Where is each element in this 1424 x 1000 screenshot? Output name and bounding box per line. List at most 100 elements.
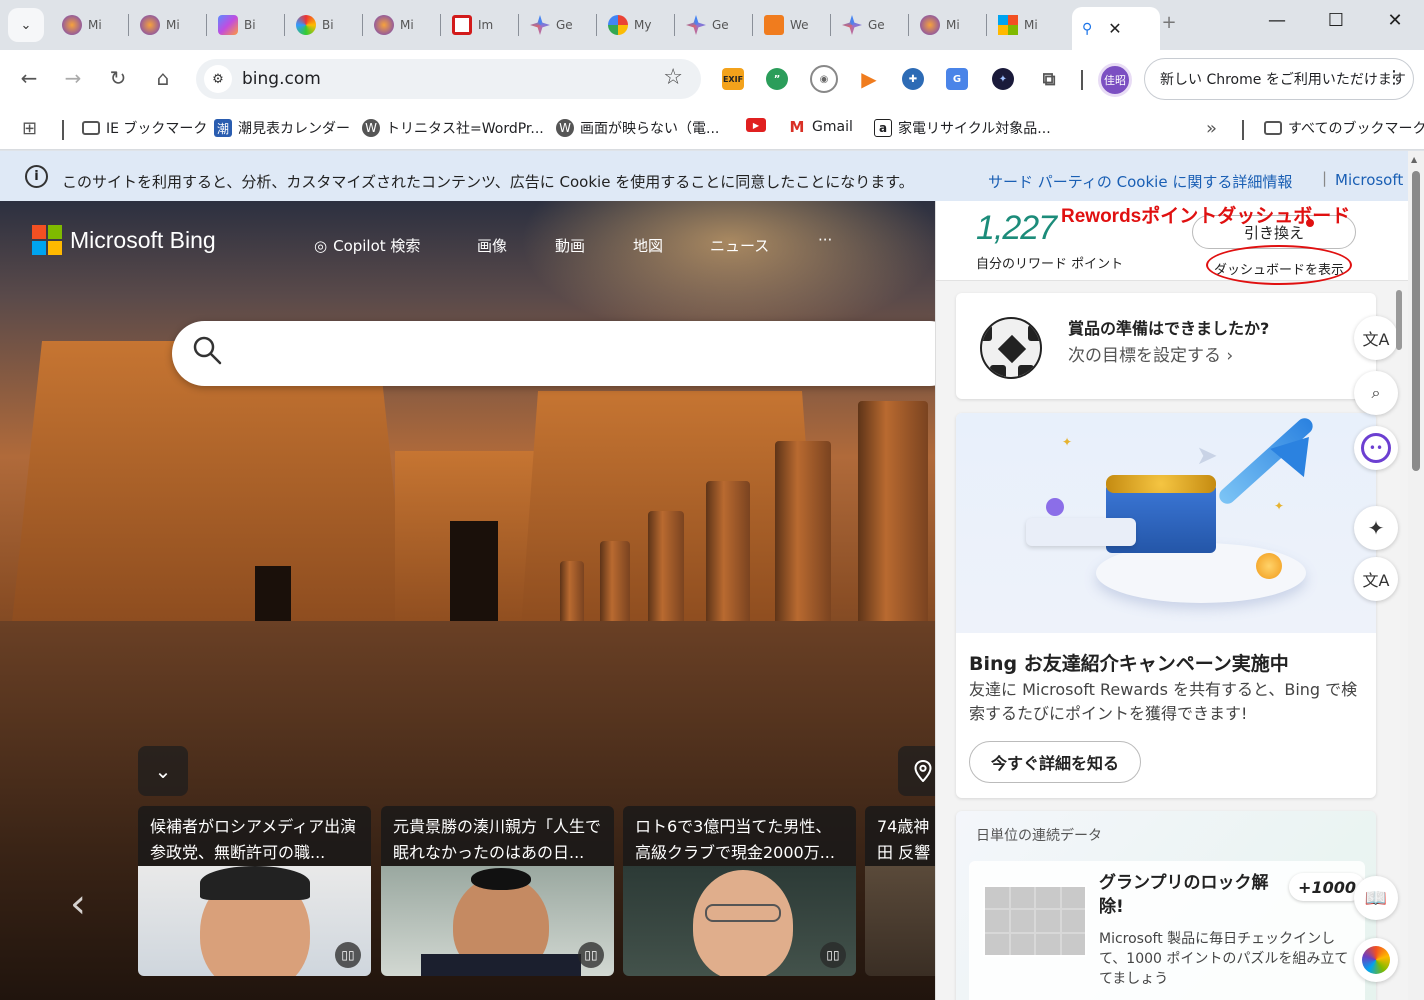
news-card[interactable]: 元貴景勝の湊川親方「人生で眠れなかったのはあの日... ▯▯	[381, 806, 614, 976]
new-tab-button[interactable]: +	[1154, 12, 1184, 33]
bing-hero: Microsoft Bing ◎ Copilot 検索 画像 動画 地図 ニュース…	[0, 201, 935, 1000]
play-extension-icon[interactable]: ▶	[858, 67, 880, 91]
microsoft-privacy-link[interactable]: Microsoft	[1335, 171, 1403, 189]
copilot-side-button[interactable]: ••	[1354, 426, 1398, 470]
sparkle-side-button[interactable]: ✦	[1354, 506, 1398, 550]
tab-separator	[284, 14, 285, 36]
set-goal-link[interactable]: 次の目標を設定する ›	[1068, 341, 1233, 366]
news-card-title: 74歳神田 反響 一時	[877, 817, 931, 862]
hair	[200, 866, 310, 900]
site-settings-icon[interactable]: ⚙	[204, 65, 232, 93]
visual-search-side-button[interactable]: ⌕	[1354, 371, 1398, 415]
tab-7[interactable]: Ge	[520, 7, 596, 43]
nav-more[interactable]: ···	[818, 231, 832, 249]
address-bar[interactable]: ⚙ bing.com ☆	[196, 59, 701, 99]
microsoft-bing-logo[interactable]: Microsoft Bing	[32, 225, 216, 255]
address-url[interactable]: bing.com	[242, 69, 321, 89]
tab-9[interactable]: Ge	[676, 7, 752, 43]
tab-active-bing[interactable]: ⚲ ✕	[1072, 7, 1160, 50]
nav-images[interactable]: 画像	[477, 235, 507, 256]
panel-scrollbar[interactable]	[1396, 290, 1402, 350]
expand-feed-button[interactable]: ⌄	[138, 746, 188, 796]
nav-maps[interactable]: 地図	[633, 235, 663, 256]
quote-extension-icon[interactable]: ”	[766, 68, 788, 90]
reward-points-label: 自分のリワード ポイント	[976, 257, 1124, 272]
tab-5[interactable]: Mi	[364, 7, 440, 43]
scroll-up-icon[interactable]: ▲	[1411, 155, 1417, 164]
star-extension-icon[interactable]: ✦	[992, 68, 1014, 90]
rewards-goal-card[interactable]: 賞品の準備はできましたか? 次の目標を設定する ›	[956, 293, 1376, 399]
tab-12[interactable]: Mi	[910, 7, 986, 43]
tab-search-button[interactable]: ⌄	[8, 8, 44, 42]
news-card[interactable]: 候補者がロシアメディア出演 参政党、無断許可の職... ▯▯	[138, 806, 371, 976]
rewards-medal-side-button[interactable]	[1354, 938, 1398, 982]
tab-8[interactable]: My	[598, 7, 674, 43]
reward-points-value: 1,227	[976, 209, 1057, 247]
bing-search-input[interactable]	[172, 321, 935, 386]
apps-grid-icon[interactable]: ⊞	[22, 118, 37, 139]
bookmarks-overflow-icon[interactable]: »	[1206, 118, 1217, 139]
bookmark-screen-issue[interactable]: W 画面が映らない（電...	[556, 118, 719, 138]
tab-3[interactable]: Bi	[208, 7, 284, 43]
bookmark-tide-calendar[interactable]: 潮潮見表カレンダー	[214, 118, 350, 138]
tab-2[interactable]: Mi	[130, 7, 206, 43]
menu-kebab-icon[interactable]: ⋮	[1385, 67, 1403, 88]
close-window-button[interactable]: ✕	[1380, 10, 1410, 31]
tab-13[interactable]: Mi	[988, 7, 1064, 43]
glasses	[705, 904, 781, 922]
reader-side-button[interactable]: 📖	[1354, 876, 1398, 920]
new-chrome-available-button[interactable]: 新しい Chrome をご利用いただけます ⋮	[1144, 58, 1414, 100]
read-later-book-icon[interactable]: ▯▯	[335, 942, 361, 968]
puzzle-icon	[983, 885, 1087, 957]
bookmark-ie-folder[interactable]: IE ブックマーク	[82, 118, 207, 138]
translate-extension-icon[interactable]: G	[946, 68, 968, 90]
carousel-prev-button[interactable]: ‹	[70, 881, 86, 927]
copilot-favicon-icon	[218, 15, 238, 35]
arrow-right-icon: →	[64, 66, 82, 90]
scrollbar-thumb[interactable]	[1412, 171, 1420, 471]
third-party-cookie-link[interactable]: サード パーティの Cookie に関する詳細情報	[988, 171, 1292, 192]
translate-side-button[interactable]: 文A	[1354, 316, 1398, 360]
tab-4[interactable]: Bi	[286, 7, 362, 43]
news-card[interactable]: ロト6で3億円当てた男性、高級クラブで現金2000万... ▯▯	[623, 806, 856, 976]
learn-more-button[interactable]: 今すぐ詳細を知る	[969, 741, 1141, 783]
bookmark-trinitas[interactable]: W トリニタス社=WordPr...	[362, 118, 544, 138]
exif-extension-icon[interactable]: EXIF	[722, 68, 744, 90]
news-card[interactable]: 74歳神田 反響 一時	[865, 806, 935, 976]
tab-separator	[128, 14, 129, 36]
back-button[interactable]: ←	[16, 66, 42, 90]
cookie-link-separator: |	[1322, 169, 1328, 187]
read-later-book-icon[interactable]: ▯▯	[578, 942, 604, 968]
nav-news[interactable]: ニュース	[710, 235, 769, 256]
grand-prize-card[interactable]: グランプリのロック解除! +1000 Microsoft 製品に毎日チェックイン…	[969, 861, 1365, 1000]
read-later-book-icon[interactable]: ▯▯	[820, 942, 846, 968]
bookmark-appliance-recycle[interactable]: a 家電リサイクル対象品...	[874, 118, 1051, 138]
bing-rewards-favicon-icon	[140, 15, 160, 35]
page-scrollbar[interactable]: ▲	[1408, 151, 1424, 1000]
info-icon: i	[25, 165, 48, 188]
referral-campaign-card: ➤ ✦ ✦ Bing お友達紹介キャンペーン実施中 友達に Microsoft …	[956, 413, 1376, 798]
tab-11[interactable]: Ge	[832, 7, 908, 43]
tab-1[interactable]: Mi	[52, 7, 128, 43]
forward-button[interactable]: →	[60, 66, 86, 90]
minimize-button[interactable]: —	[1262, 10, 1292, 31]
bookmark-gmail[interactable]: M Gmail	[788, 118, 853, 136]
bookmark-youtube[interactable]: ▶	[746, 118, 772, 132]
nav-copilot-search[interactable]: ◎ Copilot 検索	[314, 235, 420, 256]
profile-avatar[interactable]: 佳昭	[1098, 63, 1132, 97]
bookmark-star-icon[interactable]: ☆	[663, 65, 683, 90]
tab-close-icon[interactable]: ✕	[1108, 19, 1121, 38]
rss-extension-icon[interactable]: ◉	[810, 65, 838, 93]
extensions-puzzle-icon[interactable]: ⧉	[1038, 68, 1060, 90]
all-bookmarks-folder[interactable]: すべてのブックマーク	[1264, 118, 1424, 138]
plus-circle-extension-icon[interactable]: ✚	[902, 68, 924, 90]
nav-videos[interactable]: 動画	[555, 235, 585, 256]
tab-6[interactable]: Im	[442, 7, 518, 43]
tab-10[interactable]: We	[754, 7, 830, 43]
location-button[interactable]	[898, 746, 935, 796]
bing-rewards-favicon-icon	[920, 15, 940, 35]
home-button[interactable]: ⌂	[150, 66, 176, 90]
reload-button[interactable]: ↻	[105, 66, 131, 90]
maximize-button[interactable]: ☐	[1321, 10, 1351, 31]
translate-page-side-button[interactable]: 文A	[1354, 557, 1398, 601]
